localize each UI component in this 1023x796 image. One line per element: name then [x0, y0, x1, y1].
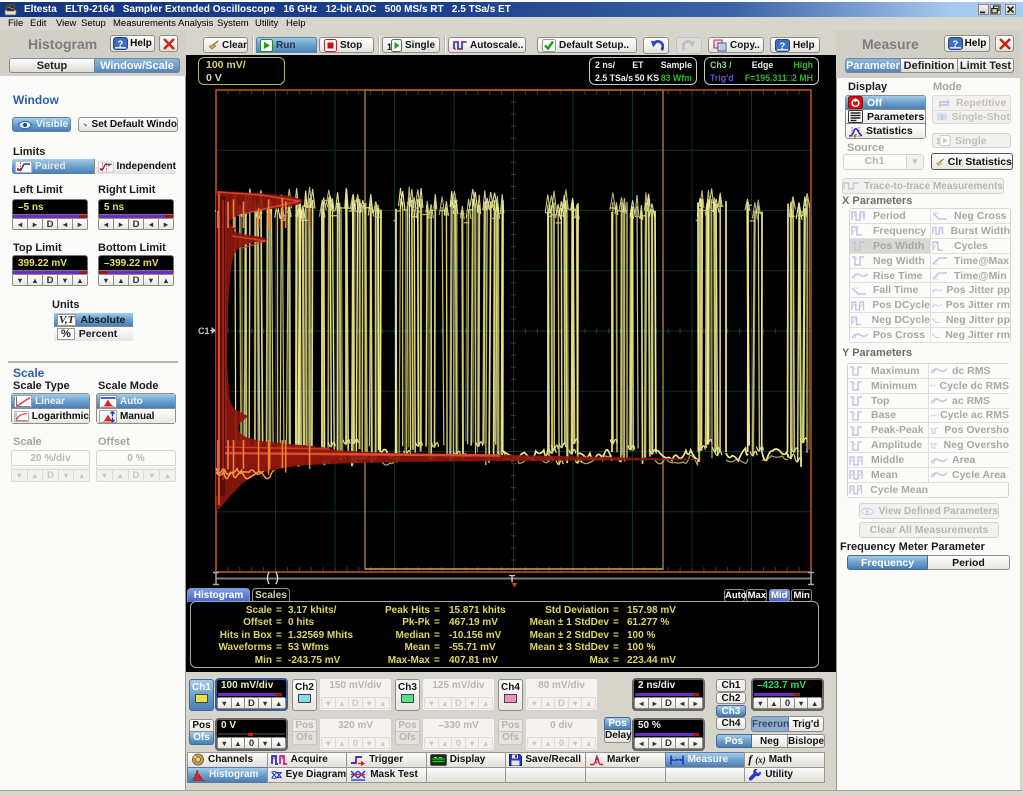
svg-text:?: ?: [952, 39, 958, 50]
svg-text:C1: C1: [198, 326, 210, 336]
svg-text:?: ?: [118, 39, 124, 50]
svg-text:σ: σ: [854, 133, 858, 138]
svg-text:1: 1: [940, 115, 944, 122]
svg-text:?: ?: [780, 41, 786, 52]
